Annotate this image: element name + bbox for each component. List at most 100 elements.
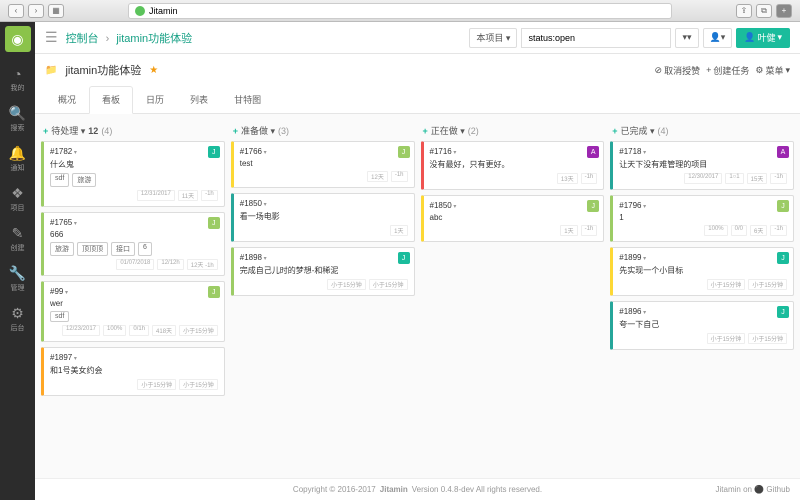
assignee-avatar[interactable]: J bbox=[208, 146, 220, 158]
task-card[interactable]: #99Jwersdf12/23/2017100%0/1h418天小于15分钟 bbox=[41, 281, 225, 342]
card-id[interactable]: #1899 bbox=[619, 253, 787, 262]
board-column: + 准备做 ▾ (3)#1766Jtest12天-1h#1850看一场电影1天#… bbox=[231, 120, 415, 472]
card-tag[interactable]: 旅游 bbox=[50, 242, 74, 256]
card-id[interactable]: #1898 bbox=[240, 253, 408, 262]
task-card[interactable]: #1899J先实现一个小目标小于15分钟小于15分钟 bbox=[610, 247, 794, 296]
assignee-avatar[interactable]: J bbox=[398, 146, 410, 158]
menu-icon[interactable]: ☰ bbox=[45, 29, 58, 46]
create-task-button[interactable]: + 创建任务 bbox=[706, 64, 749, 77]
add-card-icon[interactable]: + bbox=[612, 126, 617, 136]
task-card[interactable]: #1896J夸一下自己小于15分钟小于15分钟 bbox=[610, 301, 794, 350]
star-icon[interactable]: ★ bbox=[149, 65, 158, 76]
card-id[interactable]: #99 bbox=[50, 287, 218, 296]
tab[interactable]: 概况 bbox=[45, 86, 89, 113]
column-name: 待处理 ▾ bbox=[51, 124, 85, 137]
filter-input[interactable] bbox=[521, 28, 671, 48]
assignee-avatar[interactable]: A bbox=[587, 146, 599, 158]
tabs-button[interactable]: ⧉ bbox=[756, 4, 772, 18]
card-id[interactable]: #1782 bbox=[50, 147, 218, 156]
forward-button[interactable]: › bbox=[28, 4, 44, 18]
breadcrumb-root[interactable]: 控制台 bbox=[66, 33, 99, 45]
card-id[interactable]: #1896 bbox=[619, 307, 787, 316]
assignee-avatar[interactable]: J bbox=[208, 217, 220, 229]
card-meta: 12天 -1h bbox=[187, 259, 218, 270]
task-card[interactable]: #1716A没有最好，只有更好。13天-1h bbox=[421, 141, 605, 190]
sidebar-label: 我的 bbox=[11, 83, 25, 93]
add-tab-button[interactable]: + bbox=[776, 4, 792, 18]
task-card[interactable]: #1782J什么鬼sdf旅游12/31/201711天-1h bbox=[41, 141, 225, 207]
sidebar-item[interactable]: ❖项目 bbox=[0, 179, 35, 219]
assignee-avatar[interactable]: J bbox=[398, 252, 410, 264]
project-header: 📁 jitamin功能体验 ★ ⊘ 取消授赞 + 创建任务 ⚙ 菜单 ▾ bbox=[35, 54, 800, 86]
card-id[interactable]: #1897 bbox=[50, 353, 218, 362]
card-tag[interactable]: 顶顶顶 bbox=[77, 242, 108, 256]
card-tag[interactable]: 6 bbox=[138, 242, 152, 256]
add-card-icon[interactable]: + bbox=[233, 126, 238, 136]
github-link[interactable]: Jitamin on ⚫ Github bbox=[716, 485, 790, 494]
user-badge[interactable]: 👤 叶健 ▾ bbox=[736, 28, 790, 48]
sidebar-item[interactable]: ✎创建 bbox=[0, 219, 35, 259]
url-bar[interactable]: Jitamin bbox=[128, 3, 672, 19]
unstar-button[interactable]: ⊘ 取消授赞 bbox=[655, 64, 701, 77]
breadcrumb-project[interactable]: jitamin功能体验 bbox=[116, 33, 192, 45]
tab[interactable]: 甘特图 bbox=[221, 86, 274, 113]
sidebar-item[interactable]: ⚙后台 bbox=[0, 299, 35, 339]
add-card-icon[interactable]: + bbox=[43, 126, 48, 136]
menu-button[interactable]: ⚙ 菜单 ▾ bbox=[755, 64, 790, 77]
task-card[interactable]: #1765J666旅游顶顶顶接口601/07/201812/12h12天 -1h bbox=[41, 212, 225, 276]
task-card[interactable]: #1897和1号美女约会小于15分钟小于15分钟 bbox=[41, 347, 225, 396]
task-card[interactable]: #1850看一场电影1天 bbox=[231, 193, 415, 242]
tab[interactable]: 日历 bbox=[133, 86, 177, 113]
card-tag[interactable]: sdf bbox=[50, 311, 69, 322]
add-card-icon[interactable]: + bbox=[423, 126, 428, 136]
task-card[interactable]: #1766Jtest12天-1h bbox=[231, 141, 415, 188]
assignee-avatar[interactable]: J bbox=[777, 200, 789, 212]
assignee-avatar[interactable]: J bbox=[777, 252, 789, 264]
assignee-avatar[interactable]: A bbox=[777, 146, 789, 158]
card-tag[interactable]: 旅游 bbox=[72, 173, 96, 187]
card-id[interactable]: #1766 bbox=[240, 147, 408, 156]
card-meta: 0/1h bbox=[129, 325, 149, 336]
card-id[interactable]: #1716 bbox=[430, 147, 598, 156]
filter-scope[interactable]: 本项目 ▾ bbox=[469, 28, 517, 48]
card-meta: 100% bbox=[103, 325, 126, 336]
sidebar-toggle[interactable]: ▦ bbox=[48, 4, 64, 18]
card-id[interactable]: #1718 bbox=[619, 147, 787, 156]
card-title: 1 bbox=[619, 213, 787, 222]
sidebar-item[interactable]: 🔍搜索 bbox=[0, 99, 35, 139]
sidebar-icon: ⚙ bbox=[11, 305, 24, 322]
filter-dropdown[interactable]: ▾▾ bbox=[675, 28, 698, 48]
card-meta: 小于15分钟 bbox=[179, 379, 218, 390]
tab[interactable]: 列表 bbox=[177, 86, 221, 113]
assignee-avatar[interactable]: J bbox=[208, 286, 220, 298]
card-tag[interactable]: sdf bbox=[50, 173, 69, 187]
card-id[interactable]: #1850 bbox=[240, 199, 408, 208]
column-name: 已完成 ▾ bbox=[621, 124, 655, 137]
card-title: abc bbox=[430, 213, 598, 222]
tab[interactable]: 看板 bbox=[89, 86, 133, 114]
task-card[interactable]: #1796J1100%0/06天-1h bbox=[610, 195, 794, 242]
task-card[interactable]: #1898J完成自己儿时的梦想-和稀泥小于15分钟小于15分钟 bbox=[231, 247, 415, 296]
site-icon bbox=[135, 6, 145, 16]
column-name: 正在做 ▾ bbox=[431, 124, 465, 137]
user-filter[interactable]: 👤▾ bbox=[703, 28, 733, 48]
task-card[interactable]: #1718A让天下没有难管理的项目12/30/20171○115天-1h bbox=[610, 141, 794, 190]
card-id[interactable]: #1765 bbox=[50, 218, 218, 227]
card-meta: 小于15分钟 bbox=[748, 333, 787, 344]
sidebar-item[interactable]: 🔔通知 bbox=[0, 139, 35, 179]
card-id[interactable]: #1850 bbox=[430, 201, 598, 210]
card-meta: 15天 bbox=[747, 173, 768, 184]
back-button[interactable]: ‹ bbox=[8, 4, 24, 18]
sidebar-icon: 🔔 bbox=[9, 145, 26, 162]
board-column: + 待处理 ▾ 12 (4)#1782J什么鬼sdf旅游12/31/201711… bbox=[41, 120, 225, 472]
assignee-avatar[interactable]: J bbox=[777, 306, 789, 318]
sidebar-item[interactable]: ◔我的 bbox=[0, 60, 35, 99]
sidebar-item[interactable]: 🔧管理 bbox=[0, 259, 35, 299]
sidebar-label: 通知 bbox=[11, 163, 25, 173]
assignee-avatar[interactable]: J bbox=[587, 200, 599, 212]
app-logo[interactable]: ◉ bbox=[5, 26, 31, 52]
share-button[interactable]: ⇪ bbox=[736, 4, 752, 18]
card-id[interactable]: #1796 bbox=[619, 201, 787, 210]
task-card[interactable]: #1850Jabc1天-1h bbox=[421, 195, 605, 242]
card-tag[interactable]: 接口 bbox=[111, 242, 135, 256]
